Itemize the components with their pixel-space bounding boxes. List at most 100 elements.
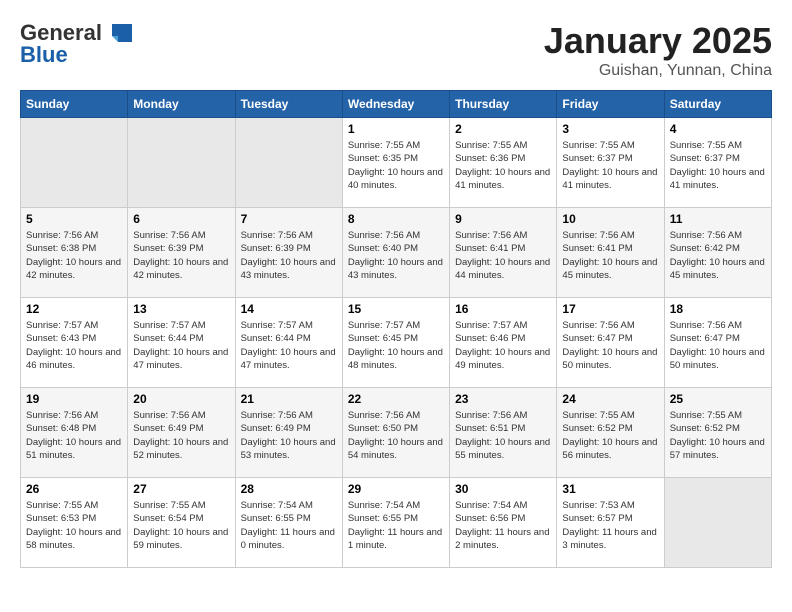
calendar-day: 2 Sunrise: 7:55 AMSunset: 6:36 PMDaylight… <box>450 118 557 208</box>
day-number: 13 <box>133 302 229 316</box>
day-info: Sunrise: 7:56 AMSunset: 6:50 PMDaylight:… <box>348 409 444 462</box>
calendar-day: 26 Sunrise: 7:55 AMSunset: 6:53 PMDayligh… <box>21 478 128 568</box>
day-info: Sunrise: 7:55 AMSunset: 6:53 PMDaylight:… <box>26 499 122 552</box>
calendar-day: 4 Sunrise: 7:55 AMSunset: 6:37 PMDaylight… <box>664 118 771 208</box>
day-info: Sunrise: 7:55 AMSunset: 6:37 PMDaylight:… <box>670 139 766 192</box>
calendar-day: 9Sunrise: 7:56 AMSunset: 6:41 PMDaylight… <box>450 208 557 298</box>
calendar-day <box>235 118 342 208</box>
calendar-day: 19Sunrise: 7:56 AMSunset: 6:48 PMDayligh… <box>21 388 128 478</box>
day-info: Sunrise: 7:56 AMSunset: 6:38 PMDaylight:… <box>26 229 122 282</box>
title-section: January 2025 Guishan, Yunnan, China <box>544 20 772 80</box>
calendar-day <box>21 118 128 208</box>
calendar-day: 17 Sunrise: 7:56 AMSunset: 6:47 PMDayligh… <box>557 298 664 388</box>
day-info: Sunrise: 7:56 AMSunset: 6:41 PMDaylight:… <box>562 229 658 282</box>
day-header-sunday: Sunday <box>21 91 128 118</box>
day-number: 30 <box>455 482 551 496</box>
day-number: 23 <box>455 392 551 406</box>
day-header-thursday: Thursday <box>450 91 557 118</box>
calendar-header-row: SundayMondayTuesdayWednesdayThursdayFrid… <box>21 91 772 118</box>
calendar-day: 8 Sunrise: 7:56 AMSunset: 6:40 PMDaylight… <box>342 208 449 298</box>
day-info: Sunrise: 7:56 AMSunset: 6:49 PMDaylight:… <box>133 409 229 462</box>
calendar-day: 6 Sunrise: 7:56 AMSunset: 6:39 PMDaylight… <box>128 208 235 298</box>
day-number: 3 <box>562 122 658 136</box>
day-info: Sunrise: 7:56 AMSunset: 6:39 PMDaylight:… <box>241 229 337 282</box>
day-info: Sunrise: 7:56 AMSunset: 6:51 PMDaylight:… <box>455 409 551 462</box>
calendar-day: 22Sunrise: 7:56 AMSunset: 6:50 PMDayligh… <box>342 388 449 478</box>
day-number: 17 <box>562 302 658 316</box>
day-number: 10 <box>562 212 658 226</box>
day-info: Sunrise: 7:55 AMSunset: 6:36 PMDaylight:… <box>455 139 551 192</box>
day-info: Sunrise: 7:57 AMSunset: 6:43 PMDaylight:… <box>26 319 122 372</box>
calendar-day: 3 Sunrise: 7:55 AMSunset: 6:37 PMDaylight… <box>557 118 664 208</box>
day-number: 6 <box>133 212 229 226</box>
calendar-day: 7 Sunrise: 7:56 AMSunset: 6:39 PMDaylight… <box>235 208 342 298</box>
day-number: 25 <box>670 392 766 406</box>
day-info: Sunrise: 7:55 AMSunset: 6:37 PMDaylight:… <box>562 139 658 192</box>
calendar-day: 30 Sunrise: 7:54 AMSunset: 6:56 PMDayligh… <box>450 478 557 568</box>
logo: General Blue <box>20 20 134 68</box>
day-number: 14 <box>241 302 337 316</box>
day-number: 29 <box>348 482 444 496</box>
week-row-3: 12 Sunrise: 7:57 AMSunset: 6:43 PMDayligh… <box>21 298 772 388</box>
day-header-tuesday: Tuesday <box>235 91 342 118</box>
calendar-day: 13 Sunrise: 7:57 AMSunset: 6:44 PMDayligh… <box>128 298 235 388</box>
day-header-monday: Monday <box>128 91 235 118</box>
calendar-day: 23 Sunrise: 7:56 AMSunset: 6:51 PMDayligh… <box>450 388 557 478</box>
day-info: Sunrise: 7:56 AMSunset: 6:47 PMDaylight:… <box>670 319 766 372</box>
week-row-1: 1Sunrise: 7:55 AMSunset: 6:35 PMDaylight… <box>21 118 772 208</box>
day-number: 26 <box>26 482 122 496</box>
day-number: 7 <box>241 212 337 226</box>
calendar-day: 10 Sunrise: 7:56 AMSunset: 6:41 PMDayligh… <box>557 208 664 298</box>
day-number: 8 <box>348 212 444 226</box>
day-header-friday: Friday <box>557 91 664 118</box>
week-row-2: 5 Sunrise: 7:56 AMSunset: 6:38 PMDaylight… <box>21 208 772 298</box>
calendar-day: 27 Sunrise: 7:55 AMSunset: 6:54 PMDayligh… <box>128 478 235 568</box>
day-info: Sunrise: 7:56 AMSunset: 6:39 PMDaylight:… <box>133 229 229 282</box>
calendar-day: 24 Sunrise: 7:55 AMSunset: 6:52 PMDayligh… <box>557 388 664 478</box>
day-header-wednesday: Wednesday <box>342 91 449 118</box>
day-info: Sunrise: 7:57 AMSunset: 6:44 PMDaylight:… <box>133 319 229 372</box>
day-number: 24 <box>562 392 658 406</box>
calendar-table: SundayMondayTuesdayWednesdayThursdayFrid… <box>20 90 772 568</box>
day-number: 21 <box>241 392 337 406</box>
calendar-day: 12 Sunrise: 7:57 AMSunset: 6:43 PMDayligh… <box>21 298 128 388</box>
day-number: 9 <box>455 212 551 226</box>
day-number: 27 <box>133 482 229 496</box>
day-number: 11 <box>670 212 766 226</box>
calendar-day: 25 Sunrise: 7:55 AMSunset: 6:52 PMDayligh… <box>664 388 771 478</box>
week-row-4: 19Sunrise: 7:56 AMSunset: 6:48 PMDayligh… <box>21 388 772 478</box>
calendar-day: 1Sunrise: 7:55 AMSunset: 6:35 PMDaylight… <box>342 118 449 208</box>
day-number: 15 <box>348 302 444 316</box>
day-info: Sunrise: 7:54 AMSunset: 6:55 PMDaylight:… <box>241 499 337 552</box>
day-number: 31 <box>562 482 658 496</box>
calendar-day: 21 Sunrise: 7:56 AMSunset: 6:49 PMDayligh… <box>235 388 342 478</box>
calendar-day: 5 Sunrise: 7:56 AMSunset: 6:38 PMDaylight… <box>21 208 128 298</box>
day-info: Sunrise: 7:55 AMSunset: 6:52 PMDaylight:… <box>670 409 766 462</box>
calendar-day: 29 Sunrise: 7:54 AMSunset: 6:55 PMDayligh… <box>342 478 449 568</box>
month-title: January 2025 <box>544 20 772 62</box>
day-info: Sunrise: 7:55 AMSunset: 6:54 PMDaylight:… <box>133 499 229 552</box>
day-number: 2 <box>455 122 551 136</box>
calendar-day: 14 Sunrise: 7:57 AMSunset: 6:44 PMDayligh… <box>235 298 342 388</box>
day-info: Sunrise: 7:55 AMSunset: 6:52 PMDaylight:… <box>562 409 658 462</box>
day-info: Sunrise: 7:55 AMSunset: 6:35 PMDaylight:… <box>348 139 444 192</box>
day-info: Sunrise: 7:54 AMSunset: 6:56 PMDaylight:… <box>455 499 551 552</box>
day-info: Sunrise: 7:57 AMSunset: 6:44 PMDaylight:… <box>241 319 337 372</box>
location: Guishan, Yunnan, China <box>544 62 772 80</box>
day-number: 5 <box>26 212 122 226</box>
calendar-day <box>128 118 235 208</box>
day-info: Sunrise: 7:57 AMSunset: 6:45 PMDaylight:… <box>348 319 444 372</box>
calendar-day: 18Sunrise: 7:56 AMSunset: 6:47 PMDayligh… <box>664 298 771 388</box>
logo-icon <box>102 22 134 44</box>
day-number: 20 <box>133 392 229 406</box>
day-info: Sunrise: 7:56 AMSunset: 6:42 PMDaylight:… <box>670 229 766 282</box>
calendar-day: 20 Sunrise: 7:56 AMSunset: 6:49 PMDayligh… <box>128 388 235 478</box>
page-header: General Blue January 2025 Guishan, Yunna… <box>20 20 772 80</box>
day-number: 12 <box>26 302 122 316</box>
day-info: Sunrise: 7:56 AMSunset: 6:48 PMDaylight:… <box>26 409 122 462</box>
day-info: Sunrise: 7:56 AMSunset: 6:47 PMDaylight:… <box>562 319 658 372</box>
day-number: 4 <box>670 122 766 136</box>
day-info: Sunrise: 7:56 AMSunset: 6:49 PMDaylight:… <box>241 409 337 462</box>
day-info: Sunrise: 7:56 AMSunset: 6:40 PMDaylight:… <box>348 229 444 282</box>
day-info: Sunrise: 7:54 AMSunset: 6:55 PMDaylight:… <box>348 499 444 552</box>
